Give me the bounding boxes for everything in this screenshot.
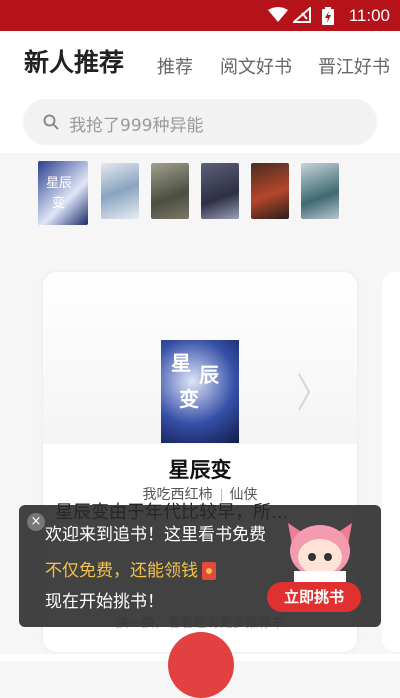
welcome-toast: × 欢迎来到追书！这里看书免费 不仅免费，还能领钱 现在开始挑书！ 立即挑书	[19, 505, 381, 627]
cover-thumb-2[interactable]	[101, 163, 139, 219]
cover-thumb-5[interactable]	[251, 163, 289, 219]
page-title: 新人推荐	[24, 48, 125, 77]
search-input[interactable]: 我抢了999种异能	[23, 99, 377, 145]
toast-start-text: 现在开始挑书！	[45, 592, 164, 612]
app-header: 新人推荐 推荐 阅文好书 晋江好书	[0, 31, 400, 91]
cover-thumb-6[interactable]	[301, 163, 339, 219]
bookshelf-center-button[interactable]	[168, 632, 234, 698]
toast-free-text: 不仅免费，还能领钱	[45, 556, 216, 581]
search-icon	[43, 114, 59, 130]
search-area: 我抢了999种异能	[0, 91, 400, 153]
close-icon[interactable]: ×	[27, 513, 45, 531]
tab-recommend[interactable]: 推荐	[157, 53, 193, 79]
featured-book-title: 星辰变	[168, 458, 232, 482]
svg-text:辰: 辰	[199, 363, 220, 387]
wifi-icon	[268, 7, 288, 22]
no-signal-icon	[293, 7, 311, 23]
tab-jinjiang[interactable]: 晋江好书	[318, 53, 390, 79]
start-picking-button[interactable]: 立即挑书	[267, 582, 361, 612]
chevron-right-icon[interactable]	[297, 372, 311, 412]
svg-text:星: 星	[171, 351, 191, 375]
next-book-card[interactable]	[382, 272, 400, 652]
cover-thumb-4[interactable]	[201, 163, 239, 219]
svg-text:变: 变	[179, 387, 199, 411]
clock: 11:00	[348, 6, 390, 25]
cover-strip: 星辰变	[0, 153, 400, 233]
svg-text:星辰: 星辰	[46, 176, 72, 191]
tab-yuewen[interactable]: 阅文好书	[220, 53, 292, 79]
cover-thumb-3[interactable]	[151, 163, 189, 219]
red-envelope-icon	[202, 562, 216, 580]
mascot-icon	[288, 523, 352, 583]
battery-charging-icon	[322, 7, 334, 25]
search-placeholder: 我抢了999种异能	[69, 116, 204, 136]
toast-welcome-text: 欢迎来到追书！这里看书免费	[45, 525, 266, 545]
status-bar: 11:00	[0, 0, 400, 31]
svg-text:变: 变	[52, 195, 65, 211]
cover-thumb-1[interactable]: 星辰变	[38, 161, 88, 225]
toast-free-label: 不仅免费，还能领钱	[45, 561, 198, 581]
featured-book-cover[interactable]: 星辰变	[161, 340, 239, 443]
